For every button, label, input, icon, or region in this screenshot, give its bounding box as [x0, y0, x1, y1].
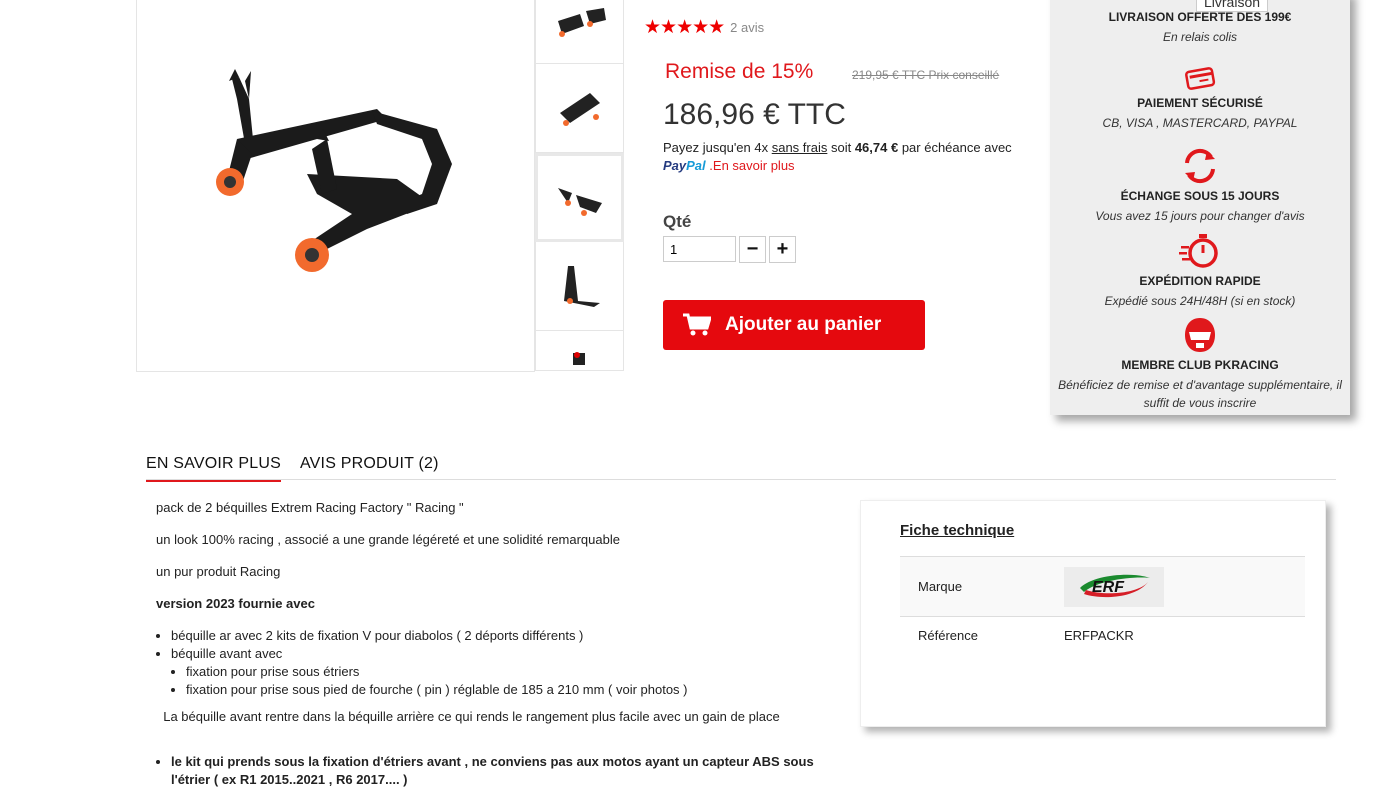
thumbnail-stand-image	[559, 93, 600, 126]
description-paragraph: La béquille avant rentre dans la béquill…	[156, 709, 780, 724]
add-to-cart-label: Ajouter au panier	[725, 314, 882, 335]
fast-shipping-icon	[1179, 234, 1218, 268]
tabs-divider	[146, 479, 1336, 480]
tab-avis-produit[interactable]: AVIS PRODUIT (2)	[300, 455, 439, 482]
thumbnail-2[interactable]	[535, 64, 624, 153]
reassurance-club: MEMBRE CLUB PKRACING Bénéficiez de remis…	[1050, 316, 1350, 412]
description-sublist: fixation pour prise sous étriers fixatio…	[186, 663, 836, 699]
thumbnail-5[interactable]	[535, 331, 624, 371]
spec-key: Référence	[918, 627, 978, 643]
spec-key: Marque	[918, 579, 963, 594]
paddock-stand-image	[216, 69, 452, 272]
reassurance-subtitle: Expédié sous 24H/48H (si en stock)	[1104, 294, 1296, 308]
helmet-icon	[1185, 318, 1215, 352]
reassurance-payment: PAIEMENT SÉCURISÉ CB, VISA , MASTERCARD,…	[1050, 64, 1350, 132]
thumbnail-stand-image	[557, 7, 606, 37]
reassurance-shipping: EXPÉDITION RAPIDE Expédié sous 24H/48H (…	[1050, 232, 1350, 310]
spec-row-reference: Référence ERFPACKR	[900, 618, 1305, 652]
discount-label: Remise de 15%	[665, 60, 814, 83]
rating-count-link[interactable]: 2 avis	[730, 20, 764, 35]
description-paragraph: pack de 2 béquilles Extrem Racing Factor…	[156, 500, 464, 515]
quantity-label: Qté	[663, 212, 692, 231]
product-page: ★★★★★ 2 avis Remise de 15% 219,95 € TTC …	[0, 0, 1390, 808]
product-price: 186,96 € TTC	[663, 98, 846, 131]
product-main-image[interactable]	[136, 0, 535, 372]
reassurance-title: ÉCHANGE SOUS 15 JOURS	[1120, 189, 1280, 203]
reassurance-panel: LIVRAISON OFFERTE DES 199€ En relais col…	[1050, 0, 1350, 415]
paypal-prefix: Payez jusqu'en 4x	[663, 140, 772, 155]
tab-en-savoir-plus[interactable]: EN SAVOIR PLUS	[146, 455, 281, 482]
spec-row-brand: Marque ERF	[900, 556, 1305, 617]
thumbnail-stand-image	[557, 187, 602, 216]
quantity-increase-button[interactable]: +	[769, 236, 796, 263]
erf-logo-image: ERF	[1080, 574, 1150, 597]
reassurance-title: PAIEMENT SÉCURISÉ	[1137, 96, 1263, 110]
paypal-suffix: par échéance avec	[898, 140, 1012, 155]
description-list: béquille ar avec 2 kits de fixation V po…	[171, 627, 836, 699]
technical-sheet: Fiche technique Marque ERF Référence ERF…	[860, 500, 1326, 727]
thumbnail-strip	[535, 0, 624, 372]
brand-logo[interactable]: ERF	[1064, 566, 1164, 607]
description-paragraph: version 2023 fournie avec	[156, 596, 315, 611]
reassurance-title: LIVRAISON OFFERTE DES 199€	[1108, 10, 1292, 24]
reassurance-title: MEMBRE CLUB PKRACING	[1121, 358, 1279, 372]
rating-stars: ★★★★★	[644, 17, 725, 38]
description-paragraph: un look 100% racing , associé a une gran…	[156, 532, 620, 547]
thumbnail-3[interactable]	[535, 153, 624, 242]
list-item: le kit qui prends sous la fixation d'étr…	[171, 753, 836, 789]
thumbnail-1[interactable]	[535, 0, 624, 64]
product-rating[interactable]: ★★★★★ 2 avis	[644, 16, 764, 39]
paypal-installment-info: Payez jusqu'en 4x sans frais soit 46,74 …	[663, 139, 1023, 175]
paypal-installment-amount: 46,74 €	[854, 140, 899, 155]
list-item: fixation pour prise sous pied de fourche…	[186, 681, 836, 699]
paypal-learn-more-link[interactable]: .En savoir plus	[709, 158, 794, 173]
description-paragraph: un pur produit Racing	[156, 564, 281, 579]
reassurance-subtitle: Bénéficiez de remise et d'avantage suppl…	[1058, 378, 1342, 410]
technical-sheet-title: Fiche technique	[900, 522, 1015, 539]
paypal-middle: soit	[827, 140, 855, 155]
reassurance-subtitle: En relais colis	[1162, 30, 1238, 44]
reassurance-subtitle: Vous avez 15 jours pour changer d'avis	[1095, 209, 1305, 223]
old-price: 219,95 € TTC Prix conseillé	[852, 68, 1000, 82]
credit-card-icon	[1185, 67, 1216, 90]
cart-icon	[683, 313, 711, 336]
quantity-input[interactable]	[663, 236, 736, 262]
list-item: béquille ar avec 2 kits de fixation V po…	[171, 627, 836, 645]
quantity-decrease-button[interactable]: −	[739, 236, 766, 263]
svg-text:ERF: ERF	[1092, 579, 1125, 596]
thumbnail-stand-image	[563, 266, 600, 307]
product-description: pack de 2 béquilles Extrem Racing Factor…	[156, 499, 836, 789]
exchange-icon	[1185, 148, 1215, 184]
list-item: béquille avant avec fixation pour prise …	[171, 645, 836, 699]
product-tabs: EN SAVOIR PLUS AVIS PRODUIT (2)	[146, 455, 439, 482]
spec-value: ERFPACKR	[1064, 627, 1134, 643]
description-list: le kit qui prends sous la fixation d'étr…	[171, 753, 836, 789]
reassurance-subtitle: CB, VISA , MASTERCARD, PAYPAL	[1102, 116, 1298, 130]
reassurance-title: EXPÉDITION RAPIDE	[1139, 274, 1261, 288]
delivery-tooltip: Livraison	[1196, 0, 1269, 12]
paypal-no-fees: sans frais	[771, 140, 828, 155]
add-to-cart-button[interactable]: Ajouter au panier	[663, 300, 925, 350]
list-item: fixation pour prise sous étriers	[186, 663, 836, 681]
thumbnail-4[interactable]	[535, 242, 624, 331]
reassurance-exchange: ÉCHANGE SOUS 15 JOURS Vous avez 15 jours…	[1050, 147, 1350, 225]
thumbnail-stand-image	[572, 352, 585, 365]
paypal-logo: PayPal	[663, 158, 706, 173]
